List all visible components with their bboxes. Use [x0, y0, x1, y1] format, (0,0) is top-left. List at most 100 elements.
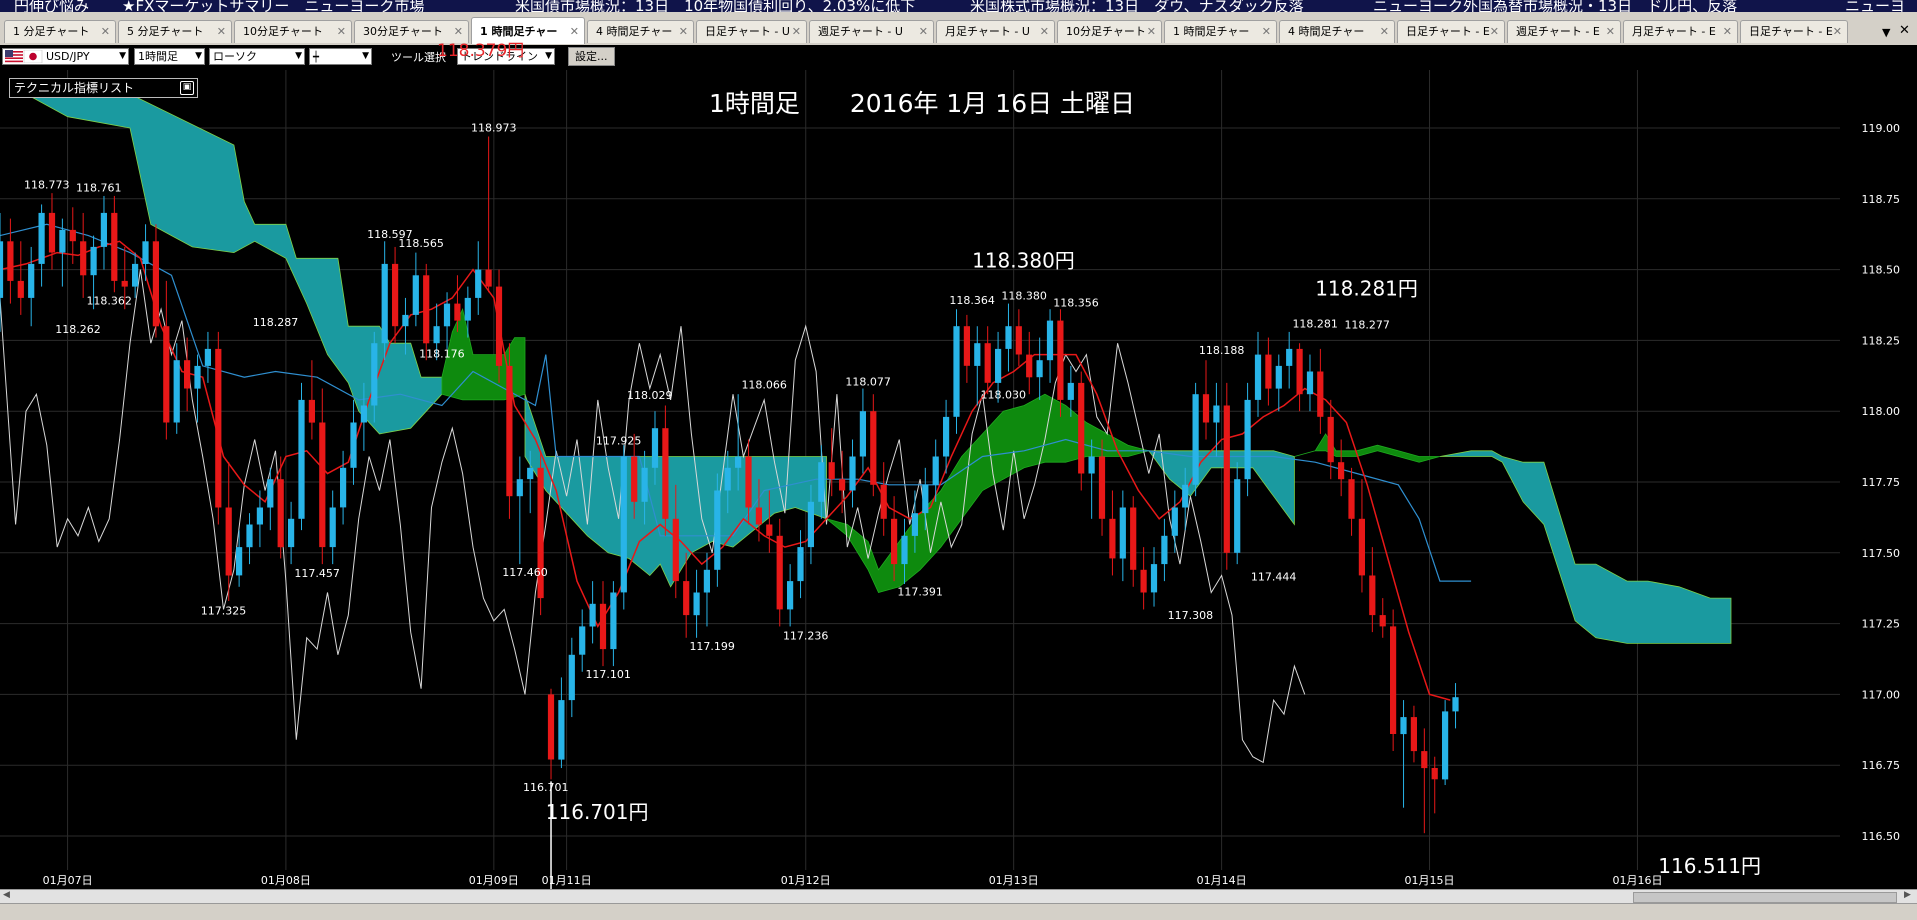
- settings-button[interactable]: 設定...: [568, 47, 615, 66]
- tab-daily-chart[interactable]: 日足チャート - U ✕: [696, 20, 807, 43]
- close-icon[interactable]: ✕: [1262, 21, 1271, 43]
- timeframe-value: 1時間足: [138, 50, 178, 63]
- candle-up: [443, 303, 451, 327]
- candle-up: [911, 513, 918, 536]
- tab-1hour-chart-2[interactable]: 1 時間足チャー ✕: [1164, 20, 1277, 43]
- chart-style-select[interactable]: ローソク ▼: [209, 48, 305, 65]
- tab-daily-chart-3[interactable]: 日足チャート - E ✕: [1740, 20, 1848, 43]
- close-icon[interactable]: ✕: [792, 21, 801, 43]
- ticker-item[interactable]: ★FXマーケットサマリー ニューヨーク市場: [122, 0, 424, 12]
- tab-daily-chart-2[interactable]: 日足チャート - E ✕: [1397, 20, 1505, 43]
- candle-down: [1369, 575, 1376, 616]
- tab-4hour-chart[interactable]: 4 時間足チャー ✕: [587, 20, 694, 43]
- candle-down: [1348, 479, 1355, 519]
- horizontal-scrollbar[interactable]: ◀ ▶: [0, 889, 1917, 904]
- candle-down: [506, 365, 513, 497]
- candle-up: [1088, 456, 1095, 474]
- ticker-item[interactable]: 米国債市場概況：13日 10年物国債利回り、2.03%に低下: [515, 0, 915, 12]
- close-icon[interactable]: ✕: [1380, 21, 1389, 43]
- ticker-item[interactable]: ニューヨーク外国為替市場概況・13日 ドル円、反落: [1373, 0, 1737, 12]
- live-price: 118.379円: [437, 41, 525, 61]
- candle-down: [308, 399, 315, 423]
- price-label: 118.176: [419, 347, 465, 360]
- tab-5min-chart[interactable]: 5 分足チャート ✕: [118, 20, 232, 43]
- candle-up: [818, 462, 825, 502]
- candle-up: [1119, 507, 1126, 559]
- y-axis-label: 119.00: [1862, 122, 1901, 135]
- close-icon[interactable]: ✕: [101, 21, 110, 43]
- ticker-item[interactable]: 円伸び悩み: [14, 0, 89, 12]
- candle-down: [1098, 456, 1106, 519]
- price-label: 118.565: [398, 237, 444, 250]
- close-icon[interactable]: ✕: [1040, 21, 1049, 43]
- close-icon[interactable]: ✕: [217, 21, 226, 43]
- tab-weekly-chart-2[interactable]: 週足チャート - E ✕: [1507, 20, 1621, 43]
- ticker-item[interactable]: ニューヨ: [1845, 0, 1905, 12]
- candle-up: [371, 343, 378, 406]
- close-icon[interactable]: ✕: [1723, 21, 1732, 43]
- tab-1min-chart[interactable]: 1 分足チャート ✕: [4, 20, 116, 43]
- candle-down: [547, 694, 555, 760]
- candle-up: [1161, 535, 1168, 565]
- price-callout: 116.701円: [546, 800, 649, 824]
- candle-down: [48, 212, 56, 253]
- currency-pair-select[interactable]: USD/JPY ▼: [2, 48, 129, 65]
- tab-4hour-chart-2[interactable]: 4 時間足チャー ✕: [1279, 20, 1395, 43]
- candle-down: [839, 479, 846, 491]
- candle-up: [340, 467, 347, 508]
- close-icon[interactable]: ✕: [1490, 21, 1499, 43]
- candle-up: [1244, 399, 1251, 480]
- tab-10min-chart-2[interactable]: 10分足チャート ✕: [1057, 20, 1162, 43]
- tab-monthly-chart-2[interactable]: 月足チャート - E ✕: [1623, 20, 1738, 43]
- price-label: 117.101: [585, 668, 631, 681]
- candle-down: [870, 411, 877, 485]
- tab-label: 10分足チャート: [1066, 25, 1146, 38]
- ticker-item[interactable]: 米国株式市場概況：13日 ダウ、ナスダック反落: [970, 0, 1304, 12]
- close-icon[interactable]: ✕: [1147, 21, 1156, 43]
- tab-monthly-chart[interactable]: 月足チャート - U ✕: [936, 20, 1055, 43]
- currency-pair-value: USD/JPY: [46, 50, 90, 63]
- close-icon[interactable]: ✕: [1606, 21, 1615, 43]
- candle-up: [943, 416, 950, 457]
- close-icon[interactable]: ✕: [1833, 21, 1842, 43]
- y-axis-label: 116.75: [1862, 759, 1901, 772]
- candle-down: [392, 263, 399, 327]
- candle-type-select[interactable]: ┿ ▼: [309, 48, 372, 65]
- scroll-left-icon[interactable]: ◀: [3, 890, 10, 900]
- collapse-icon[interactable]: ▣: [180, 81, 194, 95]
- candle-up: [1286, 348, 1293, 366]
- candle-down: [17, 280, 24, 298]
- candle-up: [974, 343, 981, 366]
- candle-up: [787, 581, 794, 610]
- tab-10min-chart[interactable]: 10分足チャート ✕: [234, 20, 352, 43]
- price-label: 118.380: [1001, 290, 1047, 303]
- close-window-icon[interactable]: ✕: [1899, 23, 1910, 38]
- chart-style-value: ローソク: [213, 50, 257, 63]
- candle-down: [1358, 518, 1365, 576]
- x-axis-label: 01月11日: [542, 874, 592, 887]
- close-icon[interactable]: ✕: [919, 21, 928, 43]
- chevron-down-icon: ▼: [195, 51, 202, 61]
- close-icon[interactable]: ✕: [570, 18, 579, 44]
- tab-list-dropdown-icon[interactable]: ▼: [1882, 26, 1890, 39]
- candle-down: [766, 524, 773, 536]
- candlestick-chart[interactable]: 118.262 118.773 118.761 118.362 117.325 118.2…: [0, 70, 1917, 889]
- price-label: 118.030: [981, 389, 1027, 402]
- x-axis-label: 01月14日: [1197, 874, 1247, 887]
- candle-down: [111, 212, 118, 281]
- price-label: 118.973: [471, 122, 517, 135]
- timeframe-select[interactable]: 1時間足 ▼: [134, 48, 205, 65]
- price-label: 118.029: [627, 389, 673, 402]
- chart-area[interactable]: 118.262 118.773 118.761 118.362 117.325 118.2…: [0, 70, 1917, 889]
- candle-down: [7, 241, 14, 281]
- scrollbar-thumb[interactable]: [1633, 892, 1897, 903]
- candle-down: [121, 280, 128, 287]
- chevron-down-icon: ▼: [119, 51, 126, 61]
- candle-down: [1327, 416, 1334, 463]
- technical-indicator-list[interactable]: テクニカル指標リスト ▣: [9, 78, 198, 98]
- tab-weekly-chart[interactable]: 週足チャート - U ✕: [809, 20, 934, 43]
- close-icon[interactable]: ✕: [679, 21, 688, 43]
- close-icon[interactable]: ✕: [337, 21, 346, 43]
- scroll-right-icon[interactable]: ▶: [1904, 890, 1911, 900]
- candle-up: [932, 456, 939, 485]
